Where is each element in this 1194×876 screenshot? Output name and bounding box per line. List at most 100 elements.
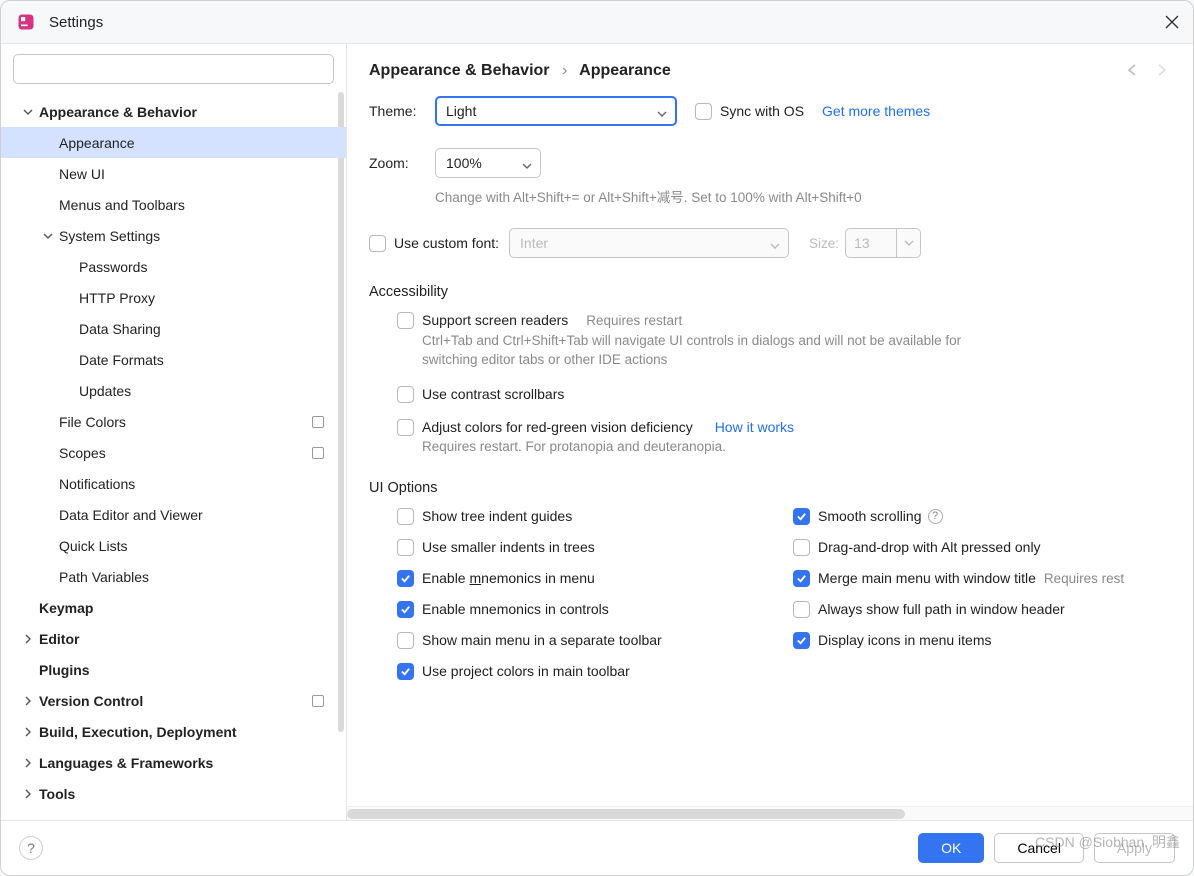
sidebar-item-scopes[interactable]: Scopes	[1, 437, 346, 468]
color-deficiency-label: Adjust colors for red-green vision defic…	[422, 419, 693, 435]
sidebar-item-appearance[interactable]: Appearance	[1, 127, 346, 158]
chevron-placeholder	[41, 508, 55, 522]
chevron-down-icon	[522, 158, 532, 168]
how-it-works-link[interactable]: How it works	[715, 419, 794, 435]
sync-os-checkbox[interactable]	[695, 103, 712, 120]
chevron-down-icon[interactable]	[41, 229, 55, 243]
sidebar-item-label: Menus and Toolbars	[59, 197, 185, 213]
sidebar-item-notifications[interactable]: Notifications	[1, 468, 346, 499]
sidebar-item-label: Passwords	[79, 259, 147, 275]
option-checkbox[interactable]	[793, 632, 810, 649]
option-label: Use smaller indents in trees	[422, 539, 595, 555]
contrast-scroll-checkbox[interactable]	[397, 386, 414, 403]
zoom-label: Zoom:	[369, 155, 435, 171]
help-button[interactable]: ?	[19, 836, 43, 860]
sidebar-item-label: Data Sharing	[79, 321, 161, 337]
chevron-placeholder	[41, 198, 55, 212]
theme-select[interactable]: Light	[435, 96, 677, 126]
sidebar-item-appearance-behavior[interactable]: Appearance & Behavior	[1, 96, 346, 127]
sidebar-item-label: Appearance	[59, 135, 135, 151]
sidebar-item-new-ui[interactable]: New UI	[1, 158, 346, 189]
get-themes-link[interactable]: Get more themes	[822, 103, 930, 119]
font-size-input[interactable]: 13	[845, 228, 897, 258]
chevron-right-icon[interactable]	[21, 787, 35, 801]
option-checkbox[interactable]	[397, 632, 414, 649]
sidebar-item-label: HTTP Proxy	[79, 290, 155, 306]
sidebar-item-system-settings[interactable]: System Settings	[1, 220, 346, 251]
option-checkbox[interactable]	[397, 539, 414, 556]
screen-readers-checkbox[interactable]	[397, 312, 414, 329]
search-input[interactable]	[13, 54, 334, 84]
sidebar-item-label: System Settings	[59, 228, 160, 244]
option-checkbox[interactable]	[397, 570, 414, 587]
ok-button[interactable]: OK	[918, 833, 984, 863]
sidebar-item-tools[interactable]: Tools	[1, 778, 346, 809]
project-scope-icon	[312, 447, 324, 459]
zoom-select[interactable]: 100%	[435, 148, 541, 178]
option-label: Use project colors in main toolbar	[422, 663, 630, 679]
cancel-button[interactable]: Cancel	[994, 833, 1084, 863]
color-deficiency-checkbox[interactable]	[397, 419, 414, 436]
option-checkbox[interactable]	[793, 508, 810, 525]
option-checkbox[interactable]	[793, 539, 810, 556]
chevron-down-icon[interactable]	[21, 105, 35, 119]
requires-restart-hint: Requires restart	[586, 313, 682, 328]
breadcrumb-sep: ›	[562, 62, 567, 79]
sidebar-item-editor[interactable]: Editor	[1, 623, 346, 654]
sidebar-item-updates[interactable]: Updates	[1, 375, 346, 406]
chevron-right-icon[interactable]	[21, 694, 35, 708]
sidebar-item-path-variables[interactable]: Path Variables	[1, 561, 346, 592]
chevron-placeholder	[41, 477, 55, 491]
chevron-right-icon[interactable]	[21, 725, 35, 739]
sidebar-item-label: New UI	[59, 166, 105, 182]
sidebar-item-data-editor-and-viewer[interactable]: Data Editor and Viewer	[1, 499, 346, 530]
option-checkbox[interactable]	[793, 570, 810, 587]
option-label: Enable mnemonics in controls	[422, 601, 609, 617]
sidebar-item-quick-lists[interactable]: Quick Lists	[1, 530, 346, 561]
sidebar-item-http-proxy[interactable]: HTTP Proxy	[1, 282, 346, 313]
screen-readers-label: Support screen readers	[422, 312, 568, 328]
apply-button[interactable]: Apply	[1094, 833, 1175, 863]
sidebar-item-data-sharing[interactable]: Data Sharing	[1, 313, 346, 344]
sidebar-item-label: Data Editor and Viewer	[59, 507, 203, 523]
font-family-select[interactable]: Inter	[509, 228, 789, 258]
theme-label: Theme:	[369, 103, 435, 119]
sidebar-item-languages-frameworks[interactable]: Languages & Frameworks	[1, 747, 346, 778]
font-size-stepper[interactable]	[897, 228, 921, 258]
sidebar-item-label: Plugins	[39, 662, 90, 678]
chevron-down-icon	[657, 106, 667, 116]
settings-tree[interactable]: Appearance & Behavior Appearance New UI Men…	[1, 92, 346, 820]
sidebar-item-label: Languages & Frameworks	[39, 755, 213, 771]
option-checkbox[interactable]	[397, 601, 414, 618]
option-checkbox[interactable]	[397, 508, 414, 525]
sidebar-item-build-execution-deployment[interactable]: Build, Execution, Deployment	[1, 716, 346, 747]
horizontal-scrollbar[interactable]	[347, 806, 1193, 820]
help-icon[interactable]: ?	[928, 509, 943, 524]
sidebar-item-passwords[interactable]: Passwords	[1, 251, 346, 282]
sidebar-item-keymap[interactable]: Keymap	[1, 592, 346, 623]
chevron-right-icon[interactable]	[21, 756, 35, 770]
sidebar-item-label: Scopes	[59, 445, 106, 461]
sidebar-item-date-formats[interactable]: Date Formats	[1, 344, 346, 375]
option-checkbox[interactable]	[793, 601, 810, 618]
option-checkbox[interactable]	[397, 663, 414, 680]
contrast-scroll-label: Use contrast scrollbars	[422, 386, 564, 402]
nav-forward-icon[interactable]	[1153, 62, 1171, 80]
chevron-placeholder	[41, 570, 55, 584]
sidebar-item-label: Version Control	[39, 693, 143, 709]
ui-options-title: UI Options	[369, 480, 1171, 496]
chevron-placeholder	[61, 291, 75, 305]
breadcrumb-root: Appearance & Behavior	[369, 62, 550, 79]
sidebar-item-file-colors[interactable]: File Colors	[1, 406, 346, 437]
sidebar-item-plugins[interactable]: Plugins	[1, 654, 346, 685]
nav-back-icon[interactable]	[1125, 62, 1143, 80]
custom-font-checkbox[interactable]	[369, 235, 386, 252]
option-label: Always show full path in window header	[818, 601, 1065, 617]
chevron-right-icon[interactable]	[21, 632, 35, 646]
chevron-placeholder	[21, 663, 35, 677]
close-icon[interactable]	[1165, 15, 1179, 29]
sidebar-item-label: Build, Execution, Deployment	[39, 724, 237, 740]
sidebar-item-menus-and-toolbars[interactable]: Menus and Toolbars	[1, 189, 346, 220]
sidebar-item-version-control[interactable]: Version Control	[1, 685, 346, 716]
custom-font-label: Use custom font:	[394, 235, 499, 251]
